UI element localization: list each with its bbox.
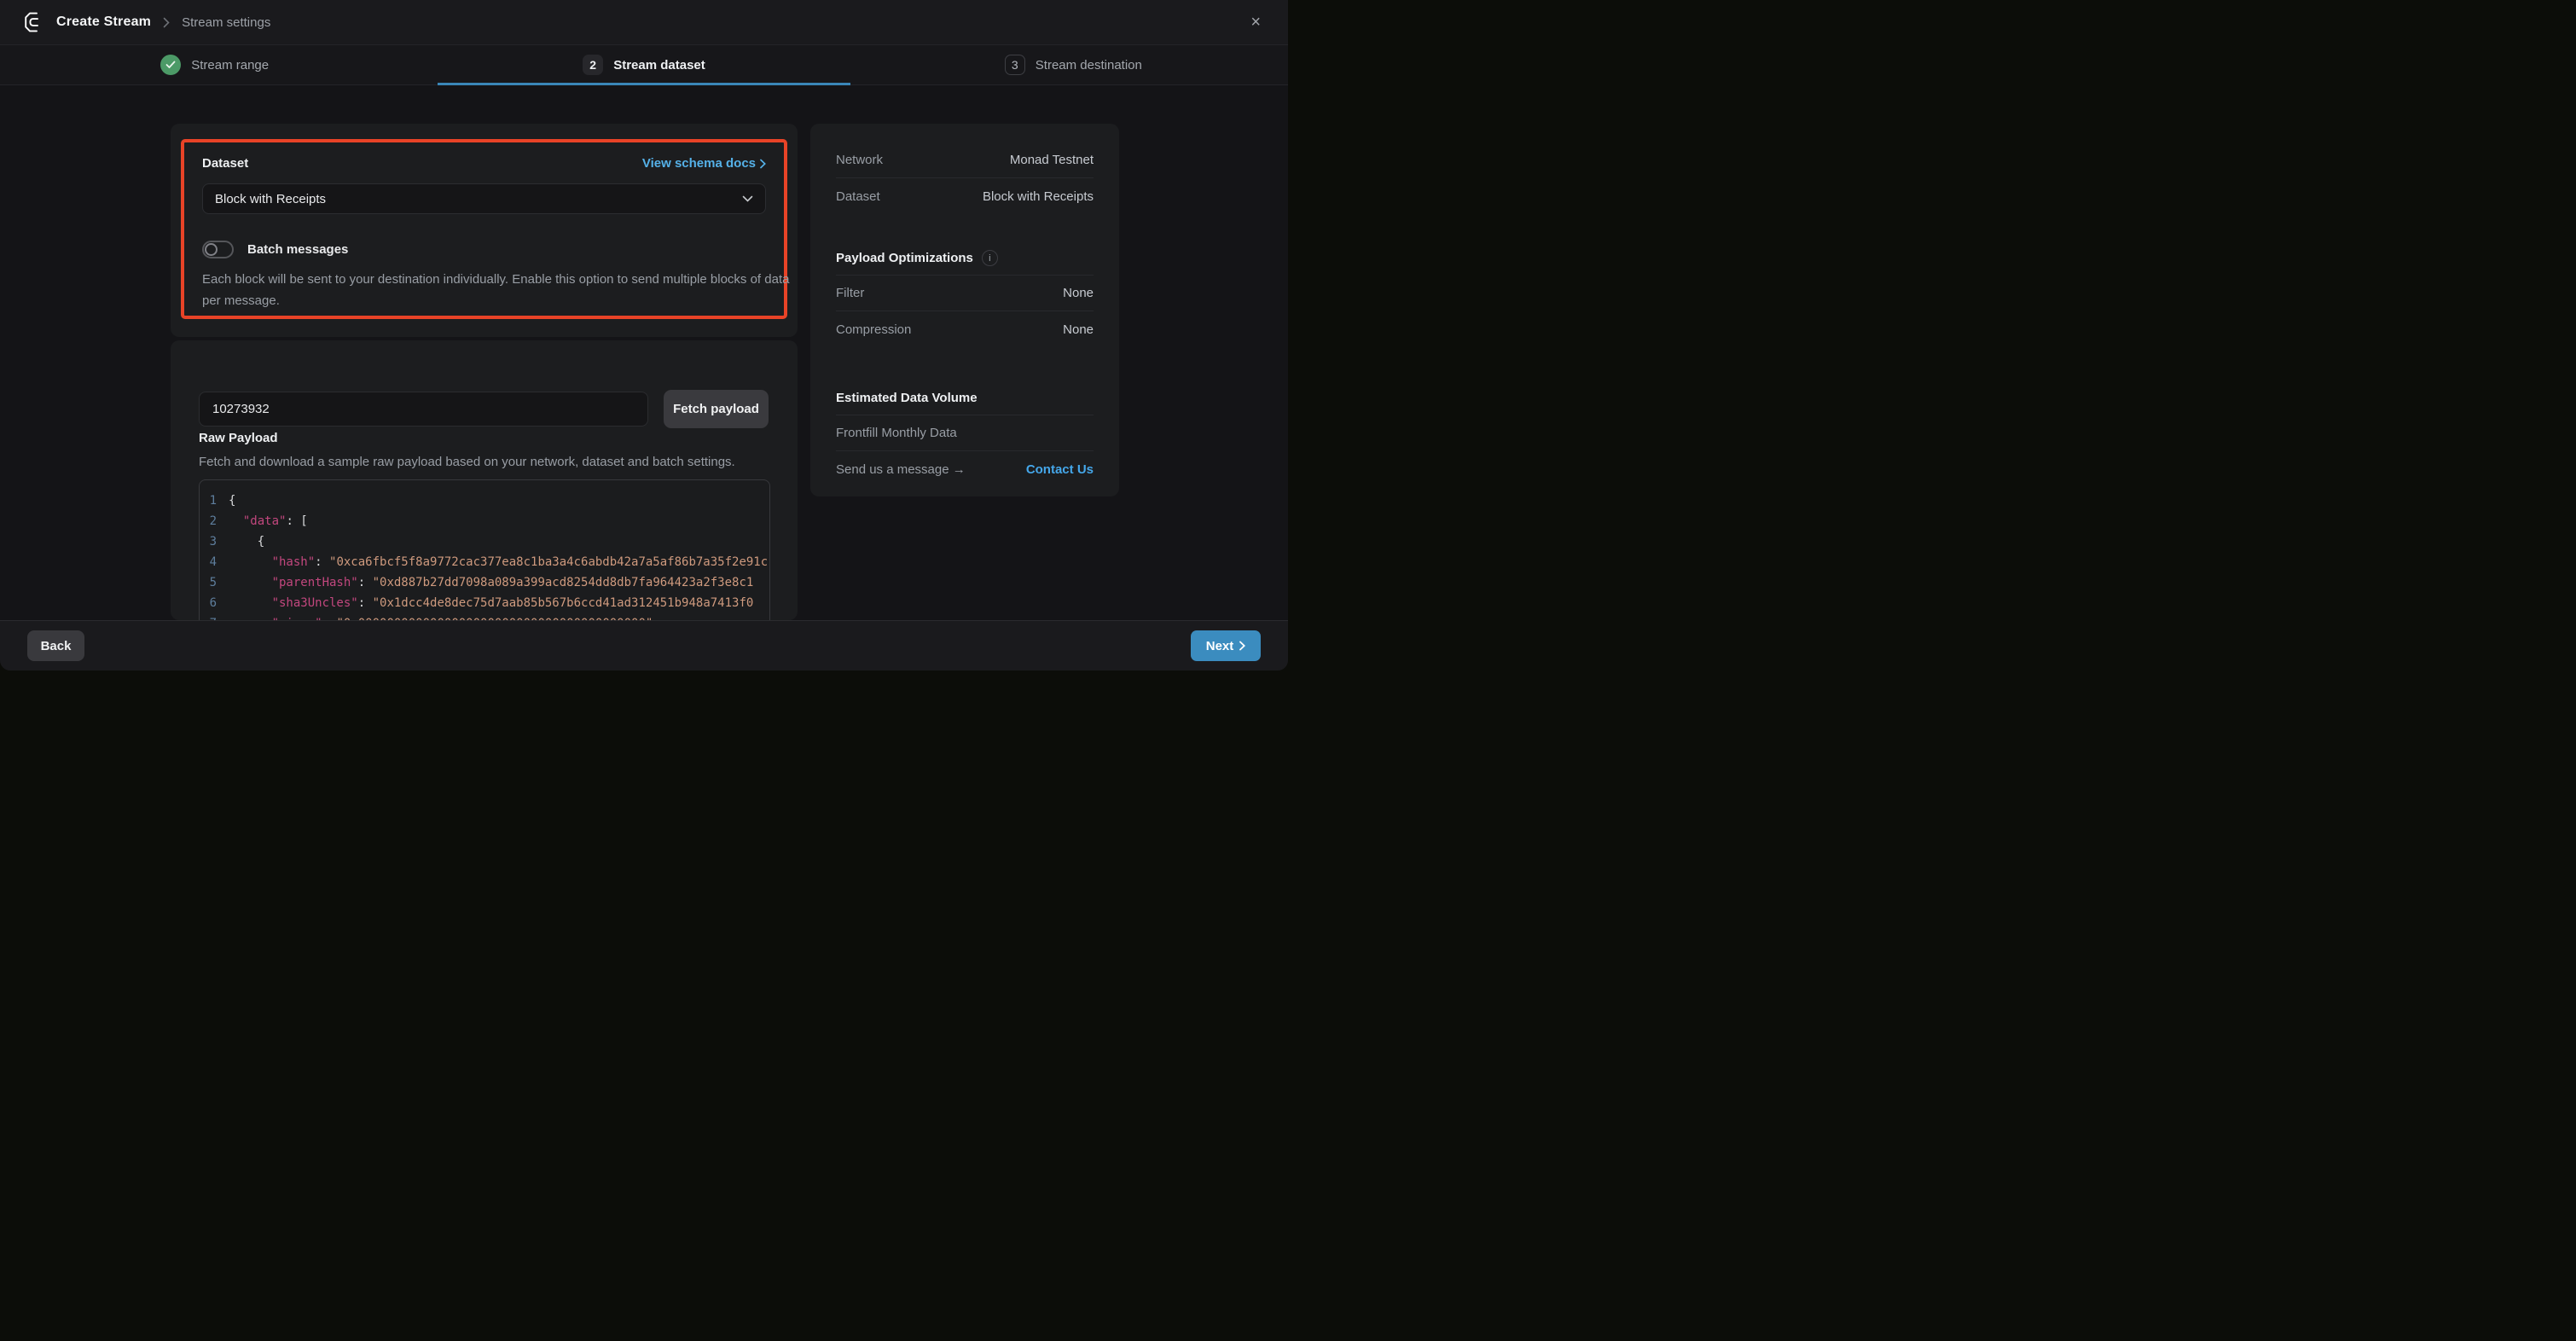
- dataset-summary-label: Dataset: [836, 189, 880, 204]
- summary-row-compression: Compression None: [836, 311, 1094, 347]
- filter-value: None: [1063, 286, 1094, 300]
- breadcrumb: Stream settings: [182, 15, 270, 30]
- step-number-badge: 3: [1005, 55, 1025, 75]
- code-line: 6 "sha3Uncles": "0x1dcc4de8dec75d7aab85b…: [200, 593, 769, 613]
- chevron-right-icon: [1239, 641, 1245, 651]
- code-line: 2 "data": [: [200, 511, 769, 531]
- code-text: "hash": "0xca6fbcf5f8a9772cac377ea8c1ba3…: [229, 552, 768, 572]
- chevron-down-icon: [742, 195, 753, 202]
- check-icon: [160, 55, 181, 75]
- highlight-annotation-box: Dataset View schema docs Block with Rece…: [181, 139, 787, 319]
- dataset-summary-value: Block with Receipts: [983, 189, 1094, 204]
- raw-payload-heading: Raw Payload: [199, 431, 278, 445]
- estimated-data-volume-heading: Estimated Data Volume: [836, 391, 978, 405]
- top-bar: Create Stream Stream settings ×: [0, 0, 1288, 44]
- app-logo-icon: [24, 12, 44, 32]
- page-title: Create Stream: [56, 15, 151, 30]
- code-lines: 1{2 "data": [3 {4 "hash": "0xca6fbcf5f8a…: [200, 491, 769, 620]
- summary-row-contact: Send us a message → Contact Us: [836, 451, 1094, 487]
- wizard-footer: Back Next: [0, 620, 1288, 670]
- view-schema-docs-text: View schema docs: [642, 156, 756, 171]
- payload-code-editor[interactable]: 1{2 "data": [3 {4 "hash": "0xca6fbcf5f8a…: [199, 479, 770, 620]
- line-number: 4: [200, 552, 229, 572]
- toggle-knob: [205, 243, 218, 256]
- code-text: {: [229, 491, 235, 511]
- payload-optimizations-header: Payload Optimizations i: [836, 241, 1094, 276]
- compression-value: None: [1063, 322, 1094, 337]
- close-icon[interactable]: ×: [1244, 10, 1268, 34]
- view-schema-docs-link[interactable]: View schema docs: [642, 156, 766, 171]
- dataset-select[interactable]: Block with Receipts: [202, 183, 766, 214]
- tab-stream-range[interactable]: Stream range: [0, 45, 429, 84]
- contact-message-label: Send us a message →: [836, 462, 966, 477]
- active-tab-underline: [438, 83, 850, 85]
- summary-row-network: Network Monad Testnet: [836, 142, 1094, 178]
- batch-messages-label: Batch messages: [247, 242, 348, 257]
- filter-label: Filter: [836, 286, 864, 300]
- payload-optimizations-heading: Payload Optimizations: [836, 251, 973, 265]
- dataset-label: Dataset: [202, 156, 248, 171]
- next-button[interactable]: Next: [1191, 630, 1261, 661]
- code-text: "data": [: [229, 511, 308, 531]
- line-number: 5: [200, 572, 229, 593]
- step-label: Stream destination: [1036, 58, 1142, 73]
- code-line: 7 "miner": "0x00000000000000000000000000…: [200, 613, 769, 620]
- payload-card: Fetch payload Raw Payload Fetch and down…: [171, 340, 798, 620]
- code-text: "parentHash": "0xd887b27dd7098a089a399ac…: [229, 572, 753, 593]
- batch-messages-description: Each block will be sent to your destinat…: [202, 269, 792, 311]
- chevron-right-icon: [760, 159, 766, 169]
- info-icon[interactable]: i: [982, 250, 998, 266]
- summary-row-dataset: Dataset Block with Receipts: [836, 178, 1094, 214]
- line-number: 3: [200, 531, 229, 552]
- network-label: Network: [836, 153, 883, 167]
- tab-stream-dataset[interactable]: 2 Stream dataset: [429, 45, 858, 84]
- raw-payload-description: Fetch and download a sample raw payload …: [199, 455, 735, 469]
- step-label: Stream dataset: [613, 58, 705, 73]
- next-button-label: Next: [1206, 639, 1234, 653]
- line-number: 2: [200, 511, 229, 531]
- compression-label: Compression: [836, 322, 911, 337]
- step-number-badge: 2: [583, 55, 603, 75]
- frontfill-label: Frontfill Monthly Data: [836, 426, 957, 440]
- code-line: 1{: [200, 491, 769, 511]
- code-text: {: [229, 531, 264, 552]
- code-line: 3 {: [200, 531, 769, 552]
- create-stream-modal: Create Stream Stream settings × Stream r…: [0, 0, 1288, 670]
- estimated-data-volume-header: Estimated Data Volume: [836, 381, 1094, 415]
- contact-us-link[interactable]: Contact Us: [1026, 462, 1094, 477]
- breadcrumb-chevron-icon: [163, 17, 170, 28]
- fetch-payload-button[interactable]: Fetch payload: [664, 390, 769, 428]
- batch-messages-toggle[interactable]: [202, 241, 234, 258]
- code-text: "miner": "0x0000000000000000000000000000…: [229, 613, 653, 620]
- summary-row-filter: Filter None: [836, 276, 1094, 311]
- back-button[interactable]: Back: [27, 630, 84, 661]
- summary-row-frontfill: Frontfill Monthly Data: [836, 415, 1094, 451]
- line-number: 7: [200, 613, 229, 620]
- stream-summary-card: Network Monad Testnet Dataset Block with…: [810, 124, 1119, 496]
- tab-stream-destination[interactable]: 3 Stream destination: [859, 45, 1288, 84]
- block-number-input[interactable]: [199, 392, 648, 427]
- code-line: 5 "parentHash": "0xd887b27dd7098a089a399…: [200, 572, 769, 593]
- code-line: 4 "hash": "0xca6fbcf5f8a9772cac377ea8c1b…: [200, 552, 769, 572]
- code-text: "sha3Uncles": "0x1dcc4de8dec75d7aab85b56…: [229, 593, 753, 613]
- dataset-select-value: Block with Receipts: [215, 192, 326, 206]
- line-number: 6: [200, 593, 229, 613]
- step-label: Stream range: [191, 58, 269, 73]
- line-number: 1: [200, 491, 229, 511]
- network-value: Monad Testnet: [1010, 153, 1094, 167]
- dataset-card: Dataset View schema docs Block with Rece…: [171, 124, 798, 337]
- step-tabs: Stream range 2 Stream dataset 3 Stream d…: [0, 44, 1288, 85]
